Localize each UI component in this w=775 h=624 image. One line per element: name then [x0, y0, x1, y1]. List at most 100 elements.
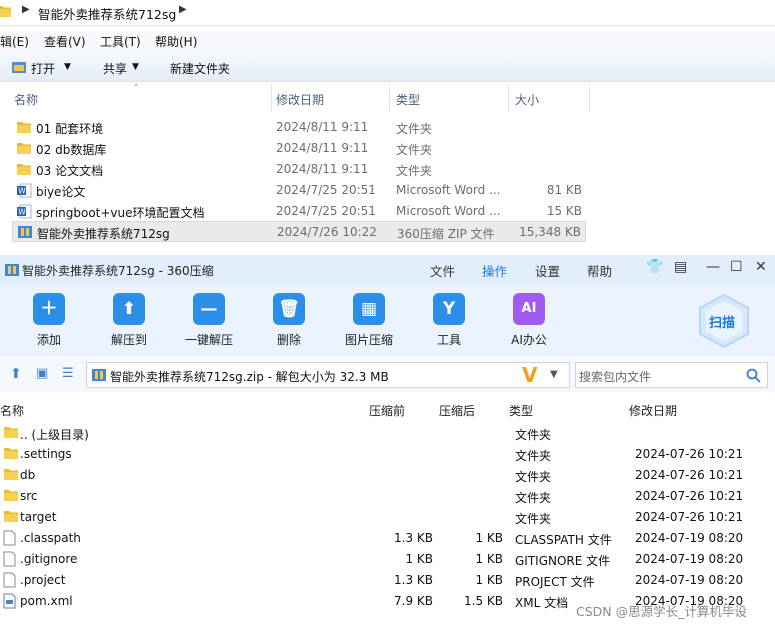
tab-file[interactable]: 文件 [430, 261, 455, 280]
column-divider[interactable] [389, 84, 390, 112]
delete-icon: 🗑 [273, 293, 305, 325]
sort-up-icon: ˄ [134, 84, 139, 94]
image-compress-button[interactable]: ▦ 图片压缩 [334, 290, 404, 352]
zip-file-row[interactable]: .. (上级目录) 文件夹 [0, 423, 775, 444]
tab-operate[interactable]: 操作 [482, 261, 507, 280]
file-date: 2024/8/11 9:11 [276, 141, 369, 155]
image-compress-icon: ▦ [353, 293, 385, 325]
explorer-column-header: 名称 ˄ 修改日期 类型 大小 [0, 84, 600, 112]
zip-file-name: .gitignore [20, 552, 78, 566]
tab-help[interactable]: 帮助 [587, 261, 612, 280]
one-click-extract-button[interactable]: — 一键解压 [174, 290, 244, 352]
file-type: 文件夹 [396, 164, 433, 178]
v-logo-icon[interactable]: V [522, 363, 537, 387]
zip-file-name: src [20, 489, 38, 503]
column-compressed-before[interactable]: 压缩前 [369, 402, 405, 419]
feedback-icon[interactable]: ▤ [674, 259, 687, 275]
zip-file-icon [92, 369, 106, 381]
column-divider[interactable] [271, 84, 272, 112]
shirt-skin-icon[interactable]: 👕 [646, 259, 663, 275]
file-date: 2024/8/11 9:11 [276, 162, 369, 176]
column-type[interactable]: 类型 [509, 402, 533, 419]
file-row[interactable]: Wspringboot+vue环境配置文档 2024/7/25 20:51 Micr… [12, 201, 586, 222]
zip-file-row[interactable]: .project 1.3 KB 1 KB PROJECT 文件 2024-07-19 0… [0, 570, 775, 591]
search-input[interactable]: 搜索包内文件 [575, 362, 768, 388]
new-folder-button[interactable]: 新建文件夹 [170, 60, 230, 77]
open-button[interactable]: 打开 [31, 60, 55, 77]
address-bar[interactable]: ▶ 智能外卖推荐系统712sg ▶ [0, 0, 775, 26]
zip-file-row[interactable]: target 文件夹 2024-07-26 10:21 [0, 507, 775, 528]
xml-icon [3, 593, 16, 612]
folder-icon [16, 141, 32, 158]
chevron-right-icon[interactable]: ▶ [22, 4, 30, 15]
close-icon[interactable]: ✕ [755, 259, 767, 275]
column-date[interactable]: 修改日期 [276, 91, 324, 108]
zip-file-row[interactable]: .settings 文件夹 2024-07-26 10:21 [0, 444, 775, 465]
file-type: Microsoft Word ... [396, 183, 501, 197]
ai-office-button[interactable]: AI AI办公 [494, 290, 564, 352]
chevron-down-icon[interactable]: ▼ [550, 369, 558, 380]
zip-file-row[interactable]: .classpath 1.3 KB 1 KB CLASSPATH 文件 2024-07-… [0, 528, 775, 549]
menu-view[interactable]: 查看(V) [44, 33, 86, 50]
chevron-down-icon[interactable]: ▼ [132, 62, 139, 72]
column-size[interactable]: 大小 [515, 91, 539, 108]
column-modified[interactable]: 修改日期 [629, 402, 677, 419]
folder-icon [0, 6, 11, 17]
delete-button[interactable]: 🗑 删除 [254, 290, 324, 352]
column-name[interactable]: 名称 [14, 91, 38, 108]
search-icon[interactable] [746, 368, 761, 383]
menu-tools[interactable]: 工具(T) [100, 33, 141, 50]
zip-size-before: 1 KB [405, 552, 433, 566]
column-type[interactable]: 类型 [396, 91, 420, 108]
zip-file-type: XML 文档 [515, 596, 569, 610]
zip-size-after: 1 KB [475, 552, 503, 566]
tab-settings[interactable]: 设置 [535, 261, 560, 280]
zip-file-name: .project [20, 573, 66, 587]
column-name[interactable]: 名称 [0, 402, 24, 419]
file-date: 2024/7/26 10:22 [277, 225, 377, 239]
chevron-down-icon[interactable]: ▼ [64, 62, 71, 72]
file-row[interactable]: 01 配套环境 2024/8/11 9:11 文件夹 [12, 117, 586, 138]
zip-file-name: .classpath [20, 531, 81, 545]
column-divider[interactable] [589, 84, 590, 112]
breadcrumb[interactable]: 智能外卖推荐系统712sg [38, 4, 176, 23]
one-click-extract-icon: — [193, 293, 225, 325]
file-date: 2024/7/25 20:51 [276, 183, 376, 197]
maximize-icon[interactable]: ☐ [730, 259, 743, 275]
zip-file-row[interactable]: src 文件夹 2024-07-26 10:21 [0, 486, 775, 507]
menu-edit[interactable]: 辑(E) [0, 33, 29, 50]
chevron-right-icon[interactable]: ▶ [179, 4, 187, 15]
file-row[interactable]: 03 论文文档 2024/8/11 9:11 文件夹 [12, 159, 586, 180]
zip-file-date: 2024-07-26 10:21 [635, 468, 744, 482]
zip-file-type: 文件夹 [515, 449, 552, 463]
scan-button[interactable]: 扫描 [696, 293, 752, 349]
zip-size-after: 1 KB [475, 573, 503, 587]
ai-office-icon: AI [513, 293, 545, 325]
file-row[interactable]: 02 db数据库 2024/8/11 9:11 文件夹 [12, 138, 586, 159]
up-arrow-icon[interactable]: ⬆ [10, 366, 22, 382]
add-icon: ＋ [33, 293, 65, 325]
menu-help[interactable]: 帮助(H) [155, 33, 197, 50]
extract-button[interactable]: ⬆ 解压到 [94, 290, 164, 352]
file-row[interactable]: Wbiye论文 2024/7/25 20:51 Microsoft Word ...… [12, 180, 586, 201]
list-view-icon[interactable]: ☰ [62, 366, 74, 381]
add-button[interactable]: ＋ 添加 [14, 290, 84, 352]
file-type: 文件夹 [396, 122, 433, 136]
column-divider[interactable] [508, 84, 509, 112]
file-name: 03 论文文档 [36, 164, 104, 178]
share-button[interactable]: 共享 [103, 60, 127, 77]
zip-size-after: 1 KB [475, 531, 503, 545]
zip-file-name: db [20, 468, 36, 482]
tools-button[interactable]: Y 工具 [414, 290, 484, 352]
zip-file-type: 文件夹 [515, 470, 552, 484]
minimize-icon[interactable]: — [706, 259, 720, 275]
zip-file-row[interactable]: db 文件夹 2024-07-26 10:21 [0, 465, 775, 486]
folder-icon [16, 120, 32, 137]
thumbnail-view-icon[interactable]: ▣ [36, 366, 48, 381]
column-compressed-after[interactable]: 压缩后 [439, 402, 475, 419]
zip-file-row[interactable]: .gitignore 1 KB 1 KB GITIGNORE 文件 2024-07-19… [0, 549, 775, 570]
zip-size-before: 1.3 KB [394, 531, 433, 545]
file-type: Microsoft Word ... [396, 204, 501, 218]
file-row[interactable]: 智能外卖推荐系统712sg 2024/7/26 10:22 360压缩 ZIP 文件… [12, 221, 586, 242]
zip-file-date: 2024-07-26 10:21 [635, 447, 744, 461]
